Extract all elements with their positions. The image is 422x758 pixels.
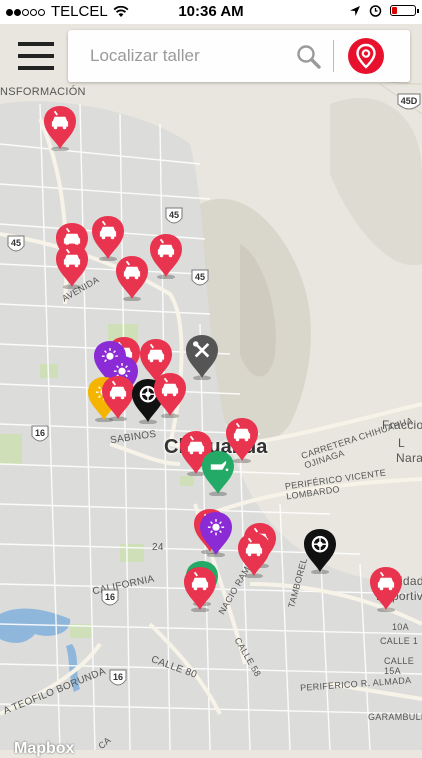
street-label: 10A: [392, 622, 409, 632]
search-icon[interactable]: [296, 44, 322, 70]
status-bar: TELCEL 10:36 AM: [0, 0, 422, 24]
location-pin-icon: [356, 43, 376, 69]
highway-shield: 45: [164, 206, 184, 226]
map-pin-workshop[interactable]: [369, 566, 403, 617]
map-pin-workshop[interactable]: [101, 375, 135, 426]
map-pin-workshop[interactable]: [149, 233, 183, 284]
map-pin-paint[interactable]: [199, 511, 233, 562]
map-pin-workshop[interactable]: [237, 532, 271, 583]
alarm-icon: [369, 5, 382, 17]
battery-icon: [390, 5, 419, 16]
street-label: GARAMBULLO: [368, 712, 422, 722]
place-label: Fraccio: [382, 418, 422, 432]
street-label: NSFORMACIÓN: [0, 86, 86, 98]
divider: [333, 40, 334, 72]
search-input[interactable]: [80, 42, 310, 70]
map-pin-tire[interactable]: [303, 528, 337, 579]
street-label: CALLE 15A: [384, 656, 415, 676]
highway-shield: 45: [190, 268, 210, 288]
map-pin-workshop[interactable]: [43, 105, 77, 156]
mapbox-attribution[interactable]: Mapbox: [14, 740, 74, 758]
highway-shield: 16: [30, 424, 50, 444]
highway-shield: 45D: [396, 92, 422, 112]
highway-shield: 16: [108, 668, 128, 688]
map-pin-workshop[interactable]: [55, 243, 89, 294]
street-label: CALLE 1: [380, 636, 419, 646]
hamburger-menu-icon[interactable]: [18, 42, 54, 70]
highway-shield: 45: [6, 234, 26, 254]
location-button[interactable]: [348, 38, 384, 74]
location-arrow-icon: [350, 5, 360, 16]
map-pin-lube[interactable]: [201, 450, 235, 501]
map-pin-tools[interactable]: [185, 334, 219, 385]
map-pin-workshop[interactable]: [183, 566, 217, 617]
street-label: 24: [152, 542, 164, 553]
map-pin-workshop[interactable]: [153, 372, 187, 423]
highway-shield: 16: [100, 588, 120, 608]
place-label: L: [398, 436, 405, 450]
search-bar: [68, 30, 410, 82]
map-pin-workshop[interactable]: [115, 255, 149, 306]
